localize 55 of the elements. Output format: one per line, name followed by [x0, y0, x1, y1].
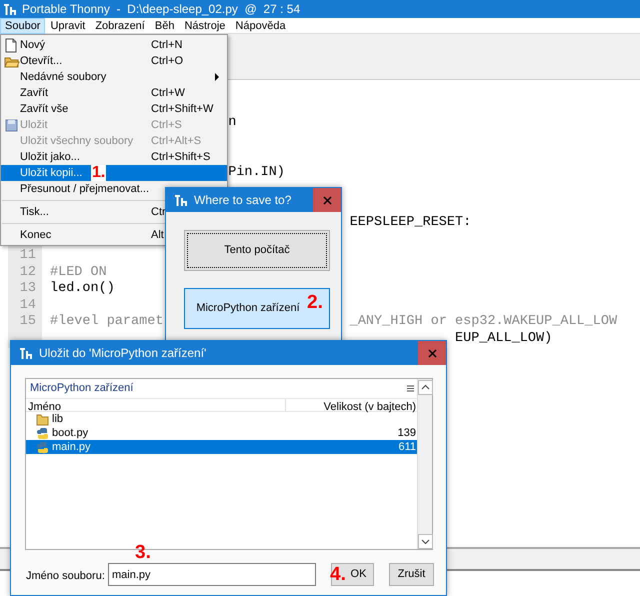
code-text: EUP_ALL_LOW) — [455, 330, 552, 348]
file-name: main.py — [51, 440, 91, 455]
window-title: Portable Thonny - D:\deep-sleep_02.py @ 27 : 54 — [22, 1, 300, 18]
menu-entry[interactable]: Nový Ctrl+N — [1, 37, 227, 53]
code-comment: #level paramet — [50, 314, 164, 331]
filename-field[interactable]: main.py — [108, 563, 316, 586]
scrollbar[interactable] — [417, 379, 432, 549]
app-logo-icon — [19, 346, 33, 360]
file-row[interactable]: main.py 611 — [26, 440, 418, 454]
menu-item[interactable]: Upravit — [45, 18, 90, 34]
step-number: 1. — [91, 165, 106, 181]
file-name: boot.py — [51, 426, 88, 441]
dialog-title: Uložit do 'MicroPython zařízení' — [39, 345, 206, 362]
menu-item[interactable]: Zobrazení — [90, 18, 150, 34]
dialog-title: Where to save to? — [194, 192, 292, 209]
column-header[interactable]: Jméno — [26, 399, 286, 411]
menu-icon — [407, 385, 414, 392]
code-comment: #LED ON — [50, 264, 107, 281]
step-number: 2. — [307, 293, 323, 312]
code-text: n — [228, 115, 236, 132]
code-comment: _ANY_HIGH or esp32.WAKEUP_ALL_LOW — [350, 314, 618, 331]
code-text: Pin.IN) — [228, 164, 285, 182]
python-file-icon — [36, 426, 49, 440]
app-logo-icon — [3, 2, 17, 16]
file-size: 139 — [398, 426, 417, 441]
menu-entry[interactable]: Zavřít Ctrl+W — [1, 85, 227, 101]
column-header[interactable]: Velikost (v bajtech) — [286, 399, 418, 411]
close-button[interactable] — [313, 188, 341, 212]
page-icon — [4, 38, 18, 53]
close-icon — [322, 196, 332, 206]
code-text: led.on() — [50, 281, 115, 298]
menu-entry[interactable]: Otevřít... Ctrl+O — [1, 53, 227, 69]
close-icon — [428, 349, 436, 358]
menu-item[interactable]: Běh — [150, 18, 180, 34]
location-label: MicroPython zařízení — [30, 381, 134, 396]
menu-item[interactable]: Nástroje — [179, 18, 230, 34]
field-label: Jméno souboru: — [26, 569, 105, 584]
cancel-button[interactable]: Zrušit — [389, 563, 434, 586]
python-file-icon — [36, 440, 49, 454]
menu-item[interactable]: Soubor — [0, 18, 46, 34]
file-size: 611 — [398, 440, 417, 455]
step-number: 3. — [135, 543, 151, 562]
app-logo-icon — [174, 193, 188, 207]
file-row[interactable]: boot.py 139 — [26, 426, 418, 440]
code-text: EEPSLEEP_RESET: — [350, 214, 472, 232]
menu-entry[interactable]: Uložit jako... Ctrl+Shift+S — [1, 149, 227, 165]
close-button[interactable] — [418, 341, 446, 365]
file-name: lib — [51, 412, 64, 427]
menu-item[interactable]: Nápověda — [230, 18, 291, 34]
menu-entry[interactable]: Zavřít vše Ctrl+Shift+W — [1, 101, 227, 117]
file-row[interactable]: lib — [26, 412, 418, 426]
step-number: 4. — [330, 565, 346, 584]
menu-entry[interactable]: Nedávné soubory — [1, 69, 227, 85]
location-button[interactable]: Tento počítač — [184, 230, 330, 271]
menu-entry[interactable]: Uložit kopii... 1. — [1, 165, 227, 181]
